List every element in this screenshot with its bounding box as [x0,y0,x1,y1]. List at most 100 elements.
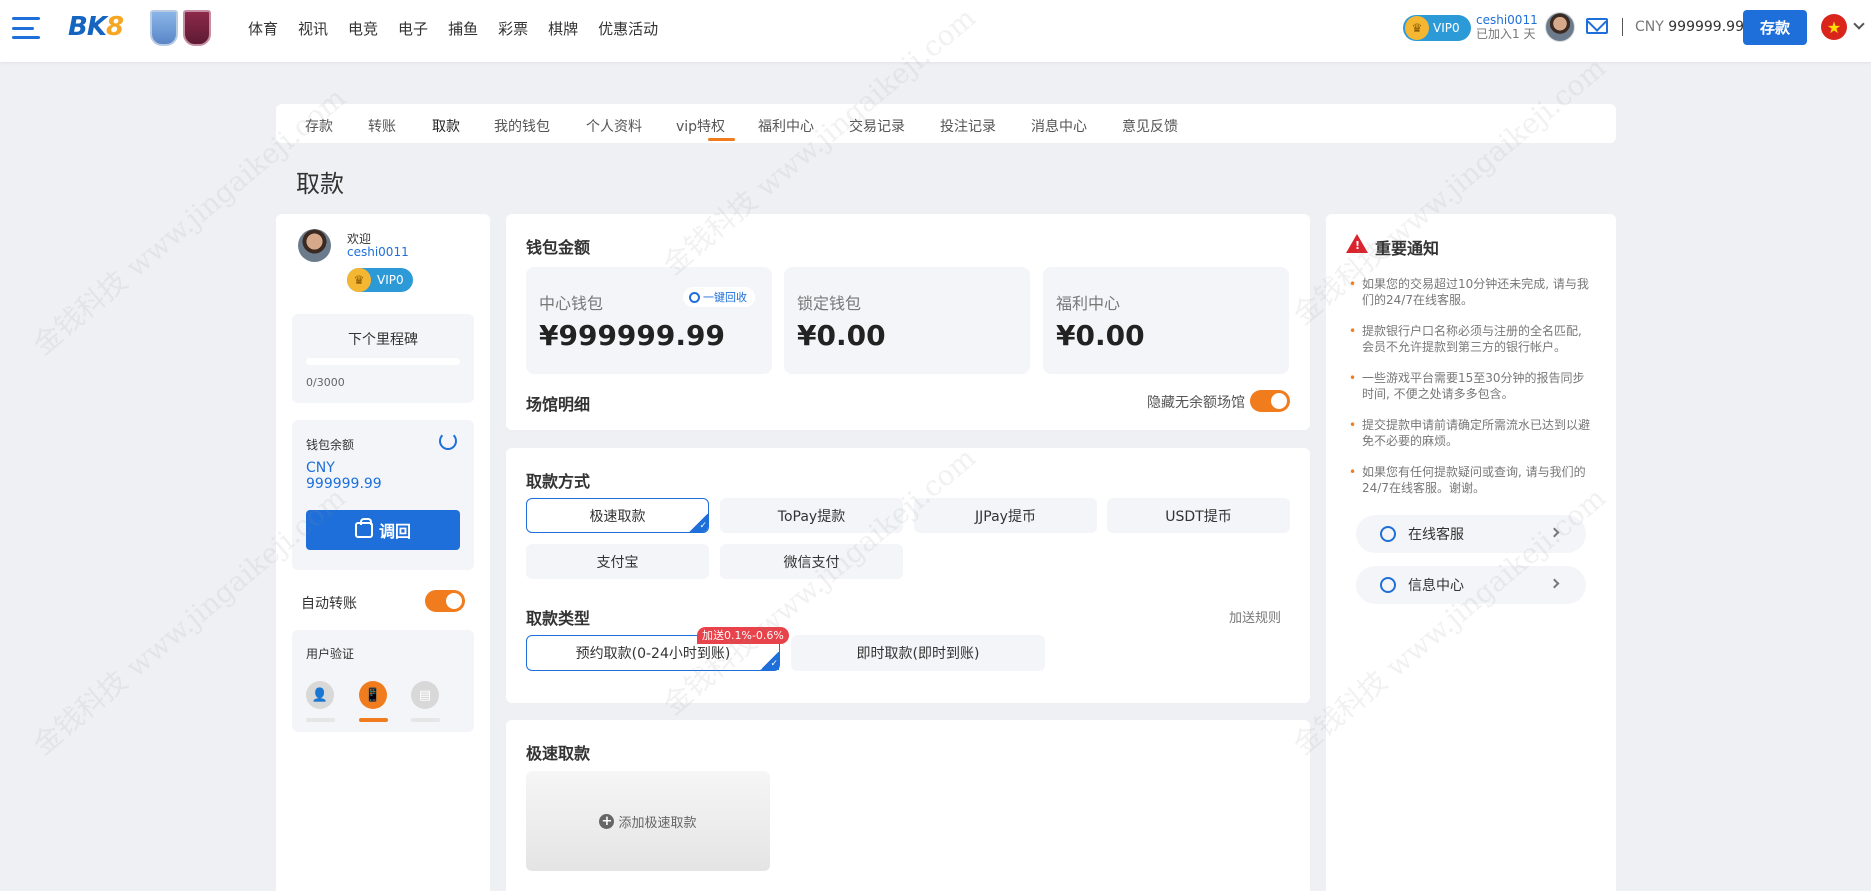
nav-item-sports[interactable]: 体育 [248,18,278,39]
central-wallet-box: 中心钱包 一键回收 ¥999999.99 [526,267,772,374]
notice-title: 重要通知 [1375,239,1440,258]
logo[interactable]: BK8 [68,12,124,42]
warning-icon: ! [1346,234,1368,253]
nav-item-promotions[interactable]: 优惠活动 [598,18,658,39]
fast-withdraw-title: 极速取款 [526,744,591,763]
deposit-button[interactable]: 存款 [1743,10,1807,45]
tab-transactions[interactable]: 交易记录 [849,116,905,136]
tab-bets[interactable]: 投注记录 [940,116,996,136]
hide-empty-venues-label: 隐藏无余额场馆 [1147,395,1245,411]
info-icon [1380,577,1396,593]
one-click-recall-button[interactable]: 一键回收 [683,287,755,307]
milestone-count: 0/3000 [306,376,345,389]
crown-icon: ♛ [347,268,371,292]
active-tab-indicator [708,138,735,141]
locked-wallet-label: 锁定钱包 [797,294,862,313]
divider [1622,18,1623,36]
method-fast-withdraw[interactable]: 极速取款 [526,498,709,533]
wallet-amount-title: 钱包金额 [526,238,591,257]
nav-item-cards[interactable]: 棋牌 [548,18,578,39]
wallet-amount: 999999.99 [306,476,382,492]
user-info[interactable]: ceshi0011 已加入1 天 [1476,13,1538,41]
vip-badge[interactable]: ♛ VIP0 [1403,15,1471,41]
auto-transfer-label: 自动转账 [301,596,357,612]
welfare-wallet-label: 福利中心 [1056,294,1121,313]
nav-item-slots[interactable]: 电子 [398,18,428,39]
tab-feedback[interactable]: 意见反馈 [1122,116,1178,136]
username: ceshi0011 [1476,13,1538,27]
online-service-button[interactable]: 在线客服 [1356,515,1586,553]
menu-icon[interactable] [12,17,40,39]
hide-empty-venues-toggle[interactable] [1250,390,1290,412]
header-balance: CNY 999999.99 [1635,19,1744,35]
withdraw-method-title: 取款方式 [526,472,591,491]
notice-list: 如果您的交易超过10分钟还未完成, 请与我们的24/7在线客服。 提款银行户口名… [1348,276,1596,511]
avatar[interactable] [1545,12,1575,42]
tab-transfer[interactable]: 转账 [368,116,396,136]
bag-icon [354,518,373,538]
tab-my-wallet[interactable]: 我的钱包 [494,116,550,136]
phone-icon[interactable]: 📱 [359,681,387,709]
central-wallet-amount: ¥999999.99 [539,319,725,352]
nav-item-fishing[interactable]: 捕鱼 [448,18,478,39]
refresh-icon[interactable] [439,432,457,450]
user-sidebar: 欢迎 ceshi0011 ♛ VIP0 下个里程碑 0/3000 钱包余额 CN… [276,214,490,891]
chevron-right-icon [1549,578,1560,589]
tab-vip[interactable]: vip特权 [676,116,725,136]
important-notice-panel: ! 重要通知 如果您的交易超过10分钟还未完成, 请与我们的24/7在线客服。 … [1326,214,1616,891]
nav-item-live[interactable]: 视讯 [298,18,328,39]
method-alipay[interactable]: 支付宝 [526,544,709,579]
withdraw-method-panel: 取款方式 极速取款 ToPay提款 JJPay提币 USDT提币 支付宝 微信支… [506,448,1310,703]
auto-transfer-toggle[interactable] [425,590,465,612]
fast-withdraw-panel: 极速取款 + 添加极速取款 [506,720,1310,891]
info-center-button[interactable]: 信息中心 [1356,566,1586,604]
tab-withdraw[interactable]: 取款 [432,116,460,136]
bonus-rules-link[interactable]: 加送规则 [1229,607,1281,626]
withdraw-type-title: 取款类型 [526,609,591,628]
top-header: BK8 体育 视讯 电竞 电子 捕鱼 彩票 棋牌 优惠活动 ♛ VIP0 ces… [0,0,1871,62]
chevron-down-icon [1853,18,1865,30]
central-wallet-label: 中心钱包 [539,294,604,313]
add-fast-withdraw-button[interactable]: + 添加极速取款 [526,771,770,871]
main-nav: 体育 视讯 电竞 电子 捕鱼 彩票 棋牌 优惠活动 [248,18,658,39]
notice-item: 提款银行户口名称必须与注册的全名匹配, 会员不允许提款到第三方的银行帐户。 [1348,323,1596,355]
sponsor-crest-icon [183,10,211,46]
method-usdt[interactable]: USDT提币 [1107,498,1290,533]
notice-item: 如果您的交易超过10分钟还未完成, 请与我们的24/7在线客服。 [1348,276,1596,308]
sponsor-crest-icon [150,10,178,46]
flag-icon: ★ [1821,14,1847,40]
method-wechat-pay[interactable]: 微信支付 [720,544,903,579]
chat-icon [1380,526,1396,542]
chevron-right-icon [1549,527,1560,538]
account-tabs: 存款 转账 取款 我的钱包 个人资料 vip特权 福利中心 交易记录 投注记录 … [276,104,1616,143]
tab-deposit[interactable]: 存款 [305,116,333,136]
language-selector[interactable]: ★ [1821,12,1871,44]
wallet-currency: CNY [306,460,335,476]
notice-item: 一些游戏平台需要15至30分钟的报告同步时间, 不便之处请多多包含。 [1348,370,1596,402]
milestone-card: 下个里程碑 0/3000 [292,314,474,403]
tab-messages[interactable]: 消息中心 [1031,116,1087,136]
method-jjpay[interactable]: JJPay提币 [914,498,1097,533]
locked-wallet-box: 锁定钱包 ¥0.00 [784,267,1030,374]
mail-icon[interactable] [1586,18,1608,34]
recall-button[interactable]: 调回 [306,510,460,550]
locked-wallet-amount: ¥0.00 [797,319,886,352]
type-instant-withdraw[interactable]: 即时取款(即时到账) [791,635,1045,671]
crown-icon: ♛ [1405,16,1429,40]
joined-days: 已加入1 天 [1476,27,1536,41]
notice-item: 如果您有任何提款疑问或查询, 请与我们的24/7在线客服。谢谢。 [1348,464,1596,496]
tab-profile[interactable]: 个人资料 [586,116,642,136]
plus-icon: + [599,813,615,829]
avatar [298,229,331,262]
tab-welfare[interactable]: 福利中心 [758,116,814,136]
wallet-balance-card: 钱包余额 CNY 999999.99 调回 [292,420,474,570]
id-card-icon[interactable]: ▤ [411,681,439,709]
method-topay[interactable]: ToPay提款 [720,498,903,533]
nav-item-esports[interactable]: 电竞 [348,18,378,39]
venue-details-title[interactable]: 场馆明细 [526,391,590,415]
recycle-icon [689,291,700,303]
nav-item-lottery[interactable]: 彩票 [498,18,528,39]
verify-indicator [411,718,440,722]
verification-label: 用户验证 [306,647,355,661]
person-icon[interactable]: 👤 [306,681,334,709]
